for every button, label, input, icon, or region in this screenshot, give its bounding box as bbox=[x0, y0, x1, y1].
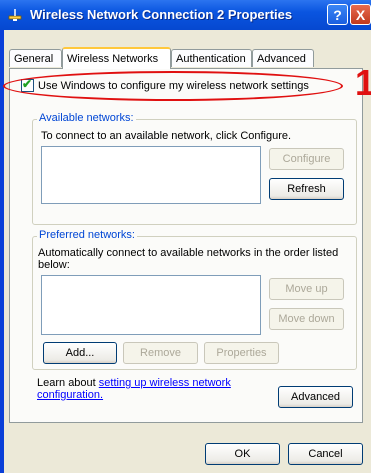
add-button[interactable]: Add... bbox=[43, 342, 117, 364]
annotation-ellipse bbox=[3, 71, 343, 101]
remove-button[interactable]: Remove bbox=[123, 342, 198, 364]
configure-button[interactable]: Configure bbox=[269, 148, 344, 170]
tab-wireless-networks[interactable]: Wireless Networks bbox=[62, 47, 171, 69]
learn-about-text: Learn about setting up wireless network bbox=[37, 377, 231, 389]
available-networks-list[interactable] bbox=[41, 146, 261, 204]
setup-link-line-1[interactable]: setting up wireless network bbox=[99, 377, 231, 389]
refresh-button[interactable]: Refresh bbox=[269, 178, 344, 200]
annotation-number: 1 bbox=[355, 62, 371, 103]
available-networks-title: Available networks: bbox=[37, 112, 136, 124]
preferred-networks-title: Preferred networks: bbox=[37, 229, 137, 241]
ok-button[interactable]: OK bbox=[205, 443, 280, 465]
help-button[interactable]: ? bbox=[327, 4, 348, 25]
network-connection-icon bbox=[8, 9, 22, 21]
tab-authentication[interactable]: Authentication bbox=[171, 49, 252, 67]
move-up-button[interactable]: Move up bbox=[269, 278, 344, 300]
title-bar[interactable]: Wireless Network Connection 2 Properties… bbox=[0, 0, 371, 30]
learn-about-prefix: Learn about bbox=[37, 377, 99, 389]
setup-link-line-2[interactable]: configuration. bbox=[37, 389, 103, 401]
available-networks-description: To connect to an available network, clic… bbox=[41, 130, 292, 142]
close-button[interactable]: X bbox=[350, 4, 371, 25]
advanced-button[interactable]: Advanced bbox=[278, 386, 353, 408]
tab-advanced[interactable]: Advanced bbox=[252, 49, 314, 67]
tab-general[interactable]: General bbox=[9, 49, 62, 67]
preferred-networks-description-2: below: bbox=[38, 259, 70, 271]
window-title: Wireless Network Connection 2 Properties bbox=[30, 7, 293, 22]
properties-button[interactable]: Properties bbox=[204, 342, 279, 364]
preferred-networks-description-1: Automatically connect to available netwo… bbox=[38, 247, 339, 259]
cancel-button[interactable]: Cancel bbox=[288, 443, 363, 465]
move-down-button[interactable]: Move down bbox=[269, 308, 344, 330]
preferred-networks-list[interactable] bbox=[41, 275, 261, 335]
